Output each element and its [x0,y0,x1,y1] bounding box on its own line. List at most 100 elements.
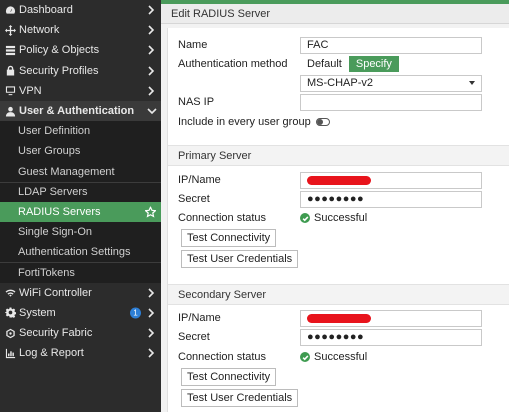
auth-method-label: Authentication method [178,58,288,70]
secondary-status: Successful [300,351,367,363]
sidebar-subitem-label: User Definition [18,125,91,138]
chevron-right-icon [147,308,155,318]
secondary-ip-label: IP/Name [178,312,221,324]
sidebar-item-dashboard[interactable]: Dashboard [0,0,161,20]
sidebar-item-security-profiles[interactable]: Security Profiles [0,61,161,81]
sidebar-item-wifi-controller[interactable]: WiFi Controller [0,283,161,303]
sidebar-subitem-fortitokens[interactable]: FortiTokens [0,262,161,283]
sidebar-item-system[interactable]: System 1 [0,303,161,323]
main-content: Edit RADIUS Server Name FAC Authenticati… [161,0,509,412]
sidebar-item-label: Network [19,24,60,37]
secondary-secret-value: ●●●●●●●● [307,331,365,343]
chevron-right-icon [147,25,155,35]
sidebar-subitem-label: Single Sign-On [18,226,92,239]
nas-ip-row: NAS IP [178,93,482,111]
sidebar-item-label: WiFi Controller [19,286,92,299]
chevron-down-icon [147,106,157,116]
primary-status: Successful [300,212,367,224]
dashboard-icon [4,4,16,16]
sidebar-item-label: User & Authentication [19,105,135,118]
primary-status-label: Connection status [178,212,267,224]
secondary-secret-label: Secret [178,331,210,343]
primary-ip-input[interactable] [300,171,482,189]
auth-method-select[interactable]: MS-CHAP-v2 [300,74,482,92]
primary-secret-input[interactable]: ●●●●●●●● [300,190,482,208]
sidebar-subitem-single-sign-on[interactable]: Single Sign-On [0,222,161,243]
name-row: Name FAC [178,36,482,54]
sidebar-item-label: Security Fabric [19,327,93,340]
sidebar-item-log-report[interactable]: Log & Report [0,343,161,363]
chevron-right-icon [147,86,155,96]
primary-secret-label: Secret [178,193,210,205]
chevron-right-icon [147,348,155,358]
primary-test-user-credentials-button[interactable]: Test User Credentials [181,250,299,268]
chevron-right-icon [147,288,155,298]
secondary-test-connectivity-button[interactable]: Test Connectivity [181,368,277,386]
sidebar-item-network[interactable]: Network [0,20,161,40]
sidebar-subitem-label: Guest Management [18,165,115,178]
sidebar-subitem-ldap-servers[interactable]: LDAP Servers [0,181,161,202]
user-icon [4,105,16,117]
check-circle-icon [300,352,310,362]
star-icon[interactable] [144,205,157,218]
sidebar-item-label: Security Profiles [19,64,99,77]
monitor-icon [4,85,16,97]
chevron-right-icon [147,328,155,338]
secondary-secret-input[interactable]: ●●●●●●●● [300,328,482,346]
sidebar-subitem-label: Authentication Settings [18,246,131,259]
primary-server-header: Primary Server [168,145,509,166]
sidebar-item-label: VPN [19,84,42,97]
lock-icon [4,65,16,77]
include-group-row: Include in every user group [178,113,330,131]
secondary-ip-input[interactable] [300,309,482,327]
fabric-icon [4,327,16,339]
policy-icon [4,44,16,56]
caret-down-icon [469,81,475,85]
sidebar-subitem-authentication-settings[interactable]: Authentication Settings [0,242,161,263]
nas-ip-label: NAS IP [178,96,215,108]
sidebar-item-policy-objects[interactable]: Policy & Objects [0,40,161,60]
sidebar-subitem-radius-servers[interactable]: RADIUS Servers [0,201,161,223]
sidebar-item-user-authentication[interactable]: User & Authentication [0,100,161,122]
secondary-secret-row: Secret ●●●●●●●● [178,328,482,346]
sidebar-item-vpn[interactable]: VPN [0,81,161,101]
sidebar-subitem-guest-management[interactable]: Guest Management [0,161,161,182]
sidebar-subitem-user-groups[interactable]: User Groups [0,141,161,162]
secondary-test-user-credentials-button[interactable]: Test User Credentials [181,389,299,407]
wifi-icon [4,287,16,299]
nas-ip-input[interactable] [300,93,482,111]
secondary-status-label: Connection status [178,351,267,363]
sidebar-item-label: Log & Report [19,347,84,360]
secondary-status-row: Connection status Successful [178,348,367,366]
redaction-mark [307,313,371,323]
notification-badge: 1 [130,307,141,319]
include-group-label: Include in every user group [178,116,311,128]
sidebar-subitem-label: RADIUS Servers [18,205,101,218]
primary-status-row: Connection status Successful [178,209,367,227]
sidebar-subitem-label: LDAP Servers [18,186,88,199]
sidebar-nav: Dashboard Network Policy & Objects Secur… [0,0,161,412]
auth-method-select-value: MS-CHAP-v2 [307,77,374,89]
auth-select-row: MS-CHAP-v2 [300,74,482,92]
edit-radius-form: Name FAC Authentication method Default S… [167,28,509,412]
auth-specify-button[interactable]: Specify [348,56,399,72]
primary-ip-label: IP/Name [178,174,221,186]
primary-secret-value: ●●●●●●●● [307,193,365,205]
sidebar-item-security-fabric[interactable]: Security Fabric [0,323,161,343]
secondary-status-value: Successful [314,351,368,363]
sidebar-subitem-label: User Groups [18,145,81,158]
auth-default-button[interactable]: Default [300,56,349,72]
chevron-right-icon [147,66,155,76]
primary-status-value: Successful [314,212,368,224]
chevron-right-icon [147,5,155,15]
secondary-ip-row: IP/Name [178,309,482,327]
name-input[interactable]: FAC [300,36,482,54]
name-label: Name [178,39,208,51]
sidebar-subitem-user-definition[interactable]: User Definition [0,121,161,142]
primary-test-connectivity-button[interactable]: Test Connectivity [181,229,277,247]
page-title: Edit RADIUS Server [161,4,509,24]
include-group-toggle[interactable] [315,118,330,126]
check-circle-icon [300,213,310,223]
sidebar-subitem-label: FortiTokens [18,267,75,280]
primary-secret-row: Secret ●●●●●●●● [178,190,482,208]
